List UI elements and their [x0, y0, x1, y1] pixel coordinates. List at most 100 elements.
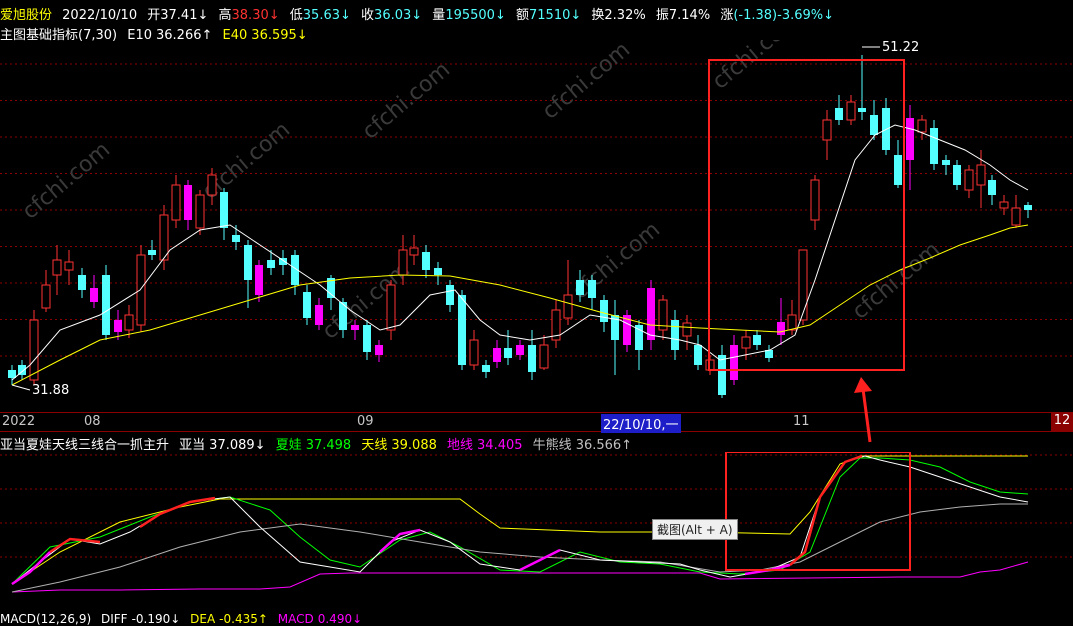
macd-title[interactable]: MACD(12,26,9)	[0, 612, 91, 626]
candle	[563, 260, 573, 325]
close-value: 36.03↓	[374, 8, 423, 23]
candle	[988, 175, 996, 205]
date-cursor-label: 22/10/10,一	[601, 414, 681, 433]
candle	[635, 320, 643, 370]
candle	[611, 300, 619, 375]
screenshot-tooltip: 截图(Alt + A)	[652, 519, 738, 540]
turnover-value: 2.32%	[604, 8, 646, 23]
volume-label: 量	[432, 8, 446, 23]
indicator-chart[interactable]	[0, 452, 1073, 612]
candle	[469, 330, 479, 370]
macd-value: 0.490↓	[317, 612, 363, 626]
candle	[882, 98, 890, 155]
candle	[184, 180, 192, 230]
candle	[730, 335, 738, 385]
dixian-value: 34.405	[477, 438, 523, 453]
date-label-12: 12	[1051, 413, 1073, 431]
yadang-line	[11, 455, 1029, 585]
candle	[482, 360, 490, 378]
niuxiong-line	[11, 503, 1028, 593]
candle	[976, 150, 986, 208]
candle	[1011, 195, 1021, 228]
yadang-label: 亚当	[179, 438, 206, 453]
candle	[220, 188, 228, 240]
stock-name[interactable]: 爱旭股份	[0, 8, 52, 23]
candle	[102, 265, 110, 340]
yadang-value: 37.089↓	[209, 438, 266, 453]
dixian-label: 地线	[447, 438, 474, 453]
candle	[623, 310, 631, 352]
candle	[303, 285, 311, 325]
candle	[64, 250, 74, 285]
date-label-09: 09	[357, 414, 374, 429]
candle	[363, 320, 371, 360]
open-label: 开	[147, 8, 161, 23]
annotation-box-main	[708, 59, 905, 371]
amplitude-label: 振	[655, 8, 669, 23]
candle	[964, 165, 974, 198]
watermark-text: cfchi.com	[18, 137, 115, 224]
candle	[753, 330, 761, 350]
xiawa-label: 夏娃	[275, 438, 302, 453]
candle	[999, 195, 1009, 215]
candle	[822, 110, 832, 160]
lower-indicator-title[interactable]: 亚当夏娃天线三线合一抓主升	[0, 438, 169, 453]
annotation-arrow	[854, 377, 872, 443]
change-label: 涨	[720, 8, 734, 23]
candle	[551, 300, 561, 348]
low-label: 低	[289, 8, 303, 23]
tianxian-value: 39.088	[391, 438, 437, 453]
candle	[195, 190, 205, 235]
candle	[658, 295, 668, 340]
candle	[386, 280, 396, 340]
candle	[159, 205, 169, 270]
diff-value: -0.190↓	[131, 612, 181, 626]
open-value: 37.41↓	[160, 8, 209, 23]
dea-label: DEA	[190, 612, 216, 626]
volume-value: 195500↓	[445, 8, 506, 23]
watermark-text: cfchi.com	[708, 40, 805, 95]
quote-date: 2022/10/10	[62, 8, 138, 23]
turnover-label: 换	[591, 8, 605, 23]
lower-indicator-legend: 亚当夏娃天线三线合一抓主升 亚当 37.089↓ 夏娃 37.498 天线 39.08…	[0, 434, 638, 453]
candle	[493, 340, 501, 368]
candle	[810, 175, 820, 230]
high-value: 38.30↓	[231, 8, 280, 23]
candle	[434, 262, 442, 285]
low-value: 35.63↓	[302, 8, 351, 23]
candle	[694, 335, 702, 370]
amplitude-value: 7.14%	[668, 8, 711, 23]
candle	[291, 250, 299, 295]
candle	[171, 175, 181, 228]
low-marker-line	[11, 384, 31, 391]
close-label: 收	[361, 8, 375, 23]
date-label-year: 2022	[2, 414, 36, 429]
candle	[588, 275, 596, 310]
candle	[52, 245, 62, 295]
candle	[18, 360, 26, 380]
candle	[8, 365, 16, 385]
date-label-08: 08	[84, 414, 101, 429]
date-label-11: 11	[793, 414, 810, 429]
candle	[78, 268, 86, 298]
low-price-label: 31.88	[32, 383, 70, 398]
candle	[765, 345, 773, 362]
xiawa-line	[11, 457, 1029, 585]
watermark-text: cfchi.com	[538, 40, 635, 125]
candle	[1024, 202, 1032, 218]
indicator-grid	[0, 454, 1073, 558]
candle	[539, 335, 549, 370]
dea-value: -0.435↑	[219, 612, 268, 626]
candle	[671, 310, 679, 360]
niuxiong-value: 36.566↑	[575, 438, 633, 453]
candle	[917, 115, 927, 140]
candle	[375, 340, 383, 362]
tianxian-label: 天线	[361, 438, 388, 453]
peak-price-label: 51.22	[882, 40, 920, 55]
stock-quote-bar: 爱旭股份 2022/10/10 开37.41↓ 高38.30↓ 低35.63↓ …	[0, 4, 846, 23]
candlestick-chart[interactable]: cfchi.com cfchi.comcfchi.com cfchi.com cfch…	[0, 40, 1073, 412]
high-label: 高	[218, 8, 232, 23]
candle	[930, 120, 938, 170]
date-axis: 2022 08 09 22/10/10,一 11 12	[0, 412, 1073, 433]
candle	[124, 305, 134, 338]
